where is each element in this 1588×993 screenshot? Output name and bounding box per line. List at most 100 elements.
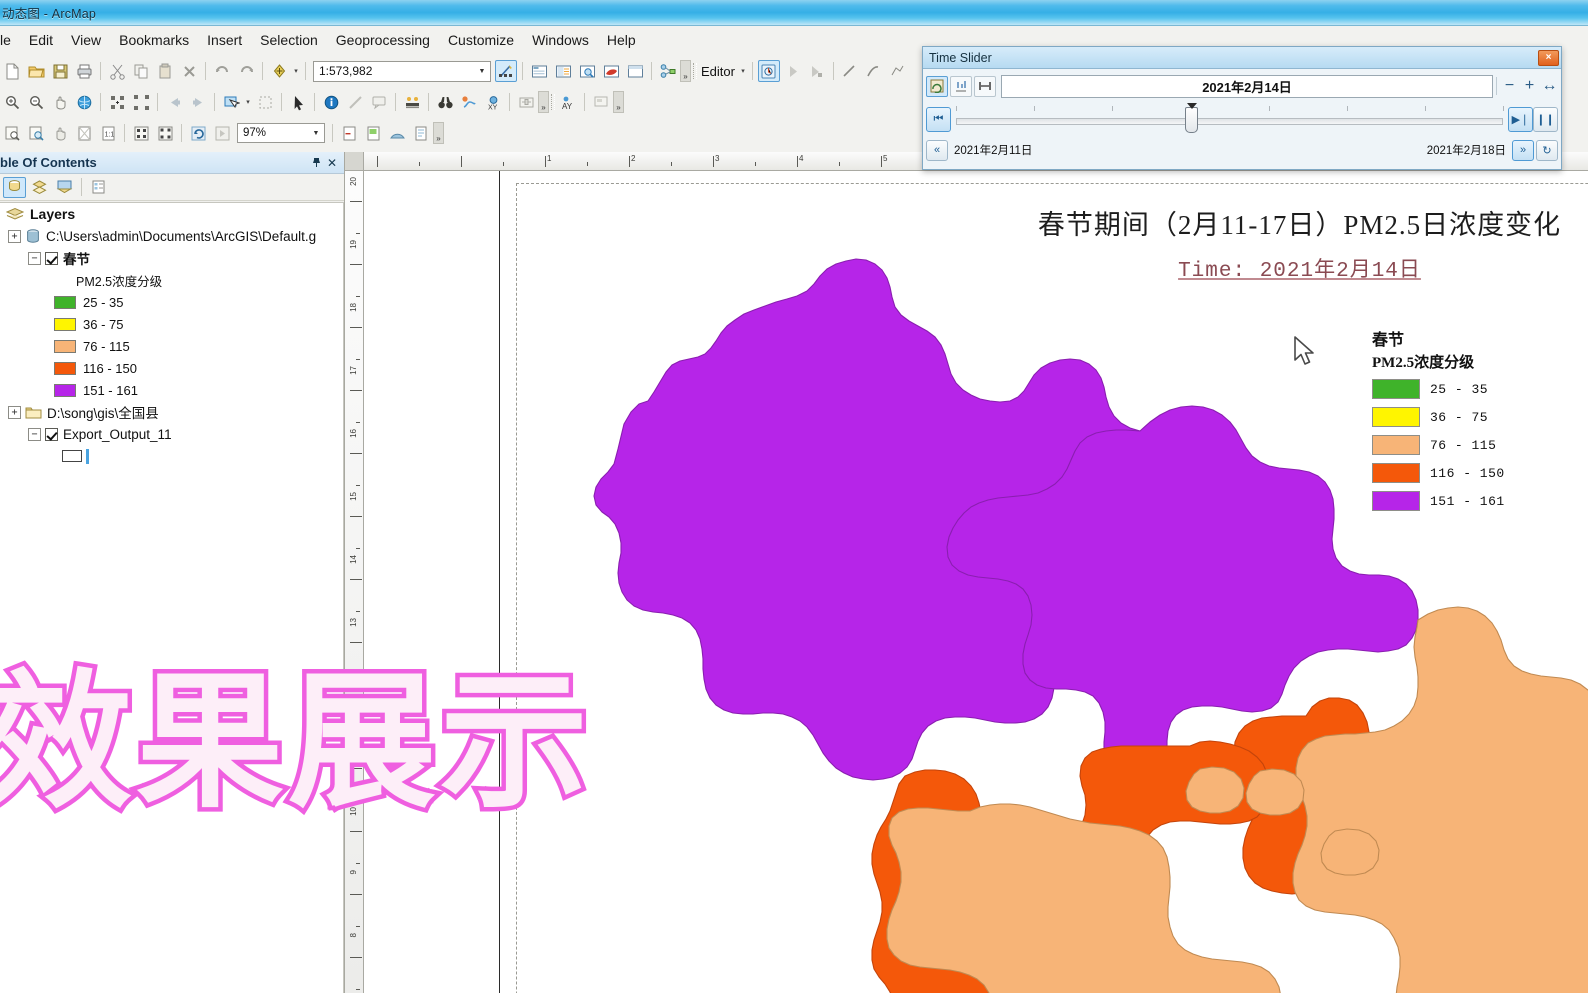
- menu-windows[interactable]: Windows: [523, 29, 598, 51]
- undo-icon[interactable]: [211, 60, 233, 82]
- time-slider-options-icon[interactable]: [926, 75, 948, 97]
- focus-data-frame-icon[interactable]: [338, 122, 360, 144]
- full-extent-globe-icon[interactable]: [73, 91, 95, 113]
- find-binoculars-icon[interactable]: [434, 91, 456, 113]
- map-scale-combo[interactable]: 1:573,982 ▼: [313, 60, 491, 82]
- refresh-view-icon[interactable]: [187, 122, 209, 144]
- zoom-to-percent-icon[interactable]: [130, 122, 152, 144]
- menu-geoprocessing[interactable]: Geoprocessing: [327, 29, 439, 51]
- chevron-down-icon[interactable]: ▼: [308, 130, 324, 137]
- python-window-icon[interactable]: [624, 60, 646, 82]
- add-data-icon[interactable]: [268, 60, 290, 82]
- print-icon[interactable]: [73, 60, 95, 82]
- go-back-extent-icon[interactable]: [163, 91, 185, 113]
- close-icon[interactable]: ✕: [324, 155, 340, 171]
- editor-menu-button[interactable]: Editor: [698, 64, 738, 79]
- layout-toolbar-overflow[interactable]: »: [433, 122, 444, 144]
- time-slider-pause-button[interactable]: ❙❙: [1533, 106, 1558, 132]
- catalog-window-icon[interactable]: [552, 60, 574, 82]
- straight-segment-icon[interactable]: [839, 60, 861, 82]
- add-data-dropdown-arrow[interactable]: ▾: [291, 61, 301, 81]
- layout-pan-icon[interactable]: [49, 122, 71, 144]
- menu-view[interactable]: View: [62, 29, 110, 51]
- zoom-whole-page-icon[interactable]: [73, 122, 95, 144]
- layer-visibility-checkbox[interactable]: [45, 251, 58, 265]
- arctoolbox-icon[interactable]: [600, 60, 622, 82]
- time-slider-properties-icon[interactable]: [950, 75, 972, 97]
- time-window-increase-icon[interactable]: +: [1521, 77, 1538, 95]
- cut-icon[interactable]: [106, 60, 128, 82]
- menu-bookmarks[interactable]: Bookmarks: [110, 29, 198, 51]
- pan-hand-icon[interactable]: [49, 91, 71, 113]
- open-document-icon[interactable]: [25, 60, 47, 82]
- time-slider-window[interactable]: Time Slider × 2021年2月14日 − + ↔ ⏮ ▶❘ ❙❙ «…: [922, 46, 1562, 170]
- attribute-table-icon[interactable]: AY: [557, 91, 579, 113]
- edit-vertices-icon[interactable]: [806, 60, 828, 82]
- toc-node-layer-chunjie[interactable]: − 春节: [0, 247, 343, 269]
- standard-toolbar-overflow[interactable]: »: [680, 60, 691, 82]
- edit-tool-icon[interactable]: [757, 60, 780, 82]
- polygon-symbol-swatch[interactable]: [62, 450, 82, 462]
- menu-selection[interactable]: Selection: [251, 29, 327, 51]
- time-slider-track[interactable]: [956, 118, 1503, 125]
- go-forward-extent-icon[interactable]: [187, 91, 209, 113]
- menu-edit[interactable]: Edit: [20, 29, 62, 51]
- fixed-zoom-out-icon[interactable]: [130, 91, 152, 113]
- layout-page-sheet[interactable]: 春节期间（2月11-17日）PM2.5日浓度变化 Time: 2021年2月14…: [499, 171, 1588, 993]
- time-slider-forward-button[interactable]: »: [1512, 139, 1534, 161]
- search-window-icon[interactable]: [576, 60, 598, 82]
- select-features-dropdown-arrow[interactable]: ▾: [243, 92, 253, 112]
- choropleth-map[interactable]: [500, 171, 1588, 993]
- expander-icon[interactable]: +: [8, 405, 21, 419]
- find-route-icon[interactable]: [458, 91, 480, 113]
- time-slider-current-date[interactable]: 2021年2月14日: [1001, 74, 1493, 98]
- layer-visibility-checkbox[interactable]: [45, 427, 58, 441]
- layout-zoom-in-icon[interactable]: [1, 122, 23, 144]
- select-features-icon[interactable]: [220, 91, 242, 113]
- layout-zoom-out-icon[interactable]: [25, 122, 47, 144]
- editor-toolbar-overflow[interactable]: »: [613, 91, 624, 113]
- time-slider-toggle-icon[interactable]: [515, 91, 537, 113]
- time-slider-extent-icon[interactable]: [974, 75, 996, 97]
- tools-toolbar-overflow[interactable]: »: [538, 91, 549, 113]
- list-by-source-icon[interactable]: [28, 177, 51, 198]
- toc-node-layer-export-output[interactable]: − Export_Output_11: [0, 423, 343, 445]
- pin-icon[interactable]: [308, 155, 324, 171]
- curve-segment-icon[interactable]: [863, 60, 885, 82]
- page-setup-icon[interactable]: [410, 122, 432, 144]
- layout-view[interactable]: 123456789 2019181716151413121110987 春节期间…: [345, 152, 1588, 993]
- list-by-selection-icon[interactable]: [87, 177, 110, 198]
- toc-node-folder[interactable]: + D:\song\gis\全国县: [0, 401, 343, 423]
- new-document-icon[interactable]: [1, 60, 23, 82]
- select-elements-arrow-icon[interactable]: [287, 91, 309, 113]
- copy-icon[interactable]: [130, 60, 152, 82]
- list-by-visibility-icon[interactable]: [53, 177, 76, 198]
- menu-insert[interactable]: Insert: [198, 29, 251, 51]
- toc-node-geodatabase[interactable]: + C:\Users\admin\Documents\ArcGIS\Defaul…: [0, 225, 343, 247]
- table-of-contents-icon[interactable]: [528, 60, 550, 82]
- time-slider-back-button[interactable]: «: [926, 139, 948, 161]
- time-slider-first-button[interactable]: ⏮: [926, 106, 951, 132]
- toc-node-export-symbol[interactable]: [0, 445, 343, 467]
- change-layout-icon[interactable]: [362, 122, 384, 144]
- menu-file[interactable]: le: [0, 29, 20, 51]
- trace-segment-icon[interactable]: [887, 60, 909, 82]
- collapse-icon[interactable]: −: [28, 251, 41, 265]
- toolbar-grip[interactable]: [549, 91, 556, 113]
- pause-drawing-icon[interactable]: [211, 122, 233, 144]
- layout-zoom-combo[interactable]: 97% ▼: [237, 123, 325, 143]
- menu-customize[interactable]: Customize: [439, 29, 523, 51]
- toolbar-grip[interactable]: [691, 60, 698, 82]
- expander-icon[interactable]: +: [8, 229, 21, 243]
- paste-icon[interactable]: [154, 60, 176, 82]
- time-slider-track-wrap[interactable]: [956, 103, 1504, 134]
- clear-selection-icon[interactable]: [254, 91, 276, 113]
- go-to-xy-icon[interactable]: XY: [482, 91, 504, 113]
- time-window-decrease-icon[interactable]: −: [1501, 77, 1518, 95]
- zoom-out-icon[interactable]: [25, 91, 47, 113]
- edit-annotation-icon[interactable]: [782, 60, 804, 82]
- zoom-100-percent-icon[interactable]: 1:1: [97, 122, 119, 144]
- save-icon[interactable]: [49, 60, 71, 82]
- map-legend[interactable]: 春节 PM2.5浓度分级 25 - 35 36 - 75 76 - 115 11…: [1372, 331, 1552, 515]
- construct-features-icon[interactable]: [590, 91, 612, 113]
